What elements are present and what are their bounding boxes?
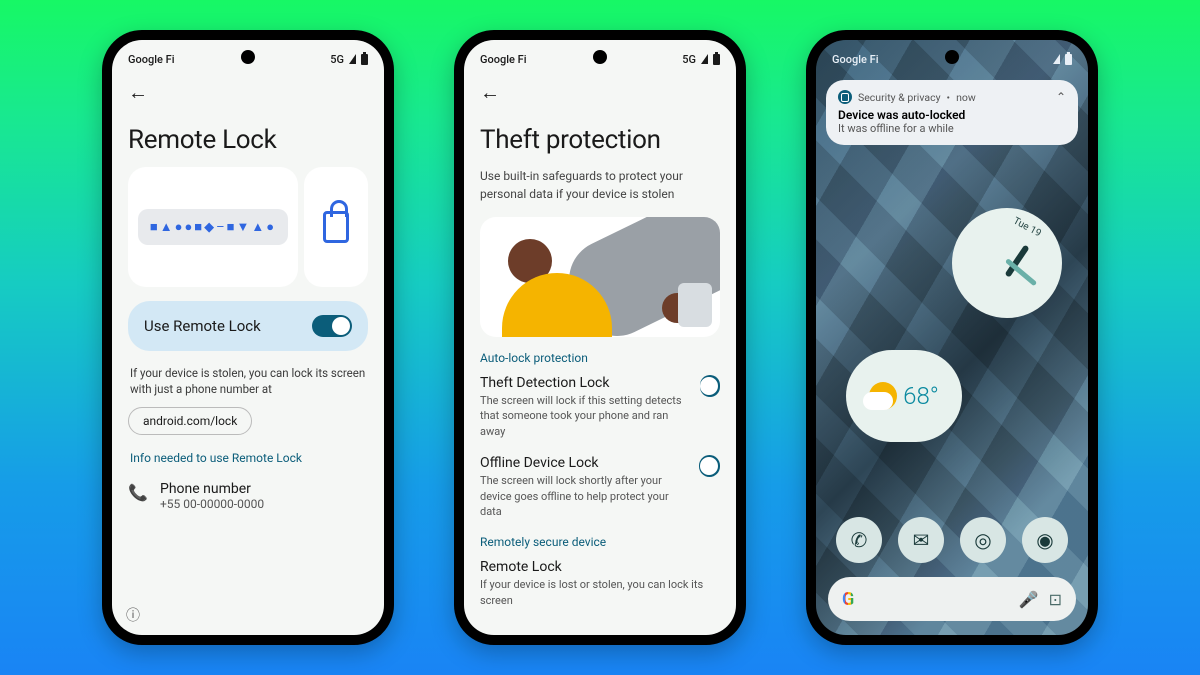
notification-title: Device was auto-locked	[838, 108, 1066, 122]
lock-card	[304, 167, 368, 287]
page-subtitle: Use built-in safeguards to protect your …	[480, 167, 720, 203]
page-title: Theft protection	[480, 125, 720, 155]
app-dock: ✆ ✉ ◎ ◉	[816, 517, 1088, 563]
row-subtitle: +55 00-00000-0000	[160, 497, 264, 511]
section-remote-secure: Remotely secure device	[480, 535, 720, 549]
lock-icon	[323, 211, 349, 243]
battery-icon	[713, 54, 720, 65]
toggle-label: Use Remote Lock	[144, 317, 261, 335]
status-bar: Google Fi	[816, 40, 1088, 74]
notification-app: Security & privacy	[858, 91, 941, 104]
chevron-up-icon[interactable]: ⌃	[1056, 90, 1066, 104]
passcode-glyphs: ■▲●●■◆–■▼▲●	[138, 209, 288, 245]
temperature-label: 68°	[903, 382, 939, 410]
description-text: If your device is stolen, you can lock i…	[130, 365, 366, 397]
page-title: Remote Lock	[128, 125, 368, 155]
phone-lockscreen: Google Fi Security & privacy • now ⌃ Dev…	[806, 30, 1098, 645]
option-subtitle: The screen will lock if this setting det…	[480, 393, 690, 439]
option-subtitle: The screen will lock shortly after your …	[480, 473, 689, 519]
search-bar[interactable]: G 🎤 ⊡	[828, 577, 1076, 621]
lens-icon[interactable]: ⊡	[1049, 590, 1062, 609]
back-button[interactable]: ←	[480, 74, 720, 111]
mic-icon[interactable]: 🎤	[1019, 590, 1039, 609]
option-subtitle: If your device is lost or stolen, you ca…	[480, 577, 720, 608]
carrier-label: Google Fi	[128, 53, 175, 66]
remote-lock-row[interactable]: Remote Lock If your device is lost or st…	[480, 559, 720, 608]
toggle-switch[interactable]	[699, 455, 720, 477]
section-auto-lock: Auto-lock protection	[480, 351, 720, 365]
phone-icon: 📞	[128, 483, 146, 502]
camera-app-icon[interactable]: ◉	[1022, 517, 1068, 563]
network-label: 5G	[682, 53, 696, 66]
signal-icon	[1053, 54, 1060, 64]
phone-remote-lock: Google Fi 5G ← Remote Lock ■▲●●■◆–■▼▲● U…	[102, 30, 394, 645]
theft-detection-lock-row[interactable]: Theft Detection Lock The screen will loc…	[480, 375, 720, 439]
shield-icon	[838, 90, 852, 104]
theft-illustration	[480, 217, 720, 337]
option-title: Offline Device Lock	[480, 455, 689, 471]
notification-time: now	[956, 91, 976, 104]
phone-app-icon[interactable]: ✆	[836, 517, 882, 563]
bullet: •	[947, 91, 951, 104]
messages-app-icon[interactable]: ✉	[898, 517, 944, 563]
info-link[interactable]: Info needed to use Remote Lock	[130, 451, 366, 465]
notification-card[interactable]: Security & privacy • now ⌃ Device was au…	[826, 80, 1078, 145]
url-pill[interactable]: android.com/lock	[128, 407, 252, 435]
phone-number-row[interactable]: 📞 Phone number +55 00-00000-0000	[128, 481, 368, 511]
status-bar: Google Fi 5G	[112, 40, 384, 74]
signal-icon	[349, 54, 356, 64]
battery-icon	[1065, 54, 1072, 65]
sun-icon	[869, 382, 897, 410]
notification-body: It was offline for a while	[838, 122, 1066, 135]
row-title: Phone number	[160, 481, 264, 497]
info-icon[interactable]: ⓘ	[126, 605, 140, 625]
battery-icon	[361, 54, 368, 65]
back-button[interactable]: ←	[128, 74, 368, 111]
toggle-switch[interactable]	[312, 315, 352, 337]
network-label: 5G	[330, 53, 344, 66]
chrome-app-icon[interactable]: ◎	[960, 517, 1006, 563]
option-title: Remote Lock	[480, 559, 720, 575]
weather-widget[interactable]: 68°	[846, 350, 962, 442]
carrier-label: Google Fi	[832, 53, 879, 66]
use-remote-lock-toggle-row[interactable]: Use Remote Lock	[128, 301, 368, 351]
offline-device-lock-row[interactable]: Offline Device Lock The screen will lock…	[480, 455, 720, 519]
phone-theft-protection: Google Fi 5G ← Theft protection Use buil…	[454, 30, 746, 645]
signal-icon	[701, 54, 708, 64]
google-logo-icon: G	[842, 589, 854, 610]
clock-day-label: Tue 19	[1011, 216, 1043, 240]
illustration-card: ■▲●●■◆–■▼▲●	[128, 167, 298, 287]
clock-widget[interactable]: Tue 19	[952, 208, 1062, 318]
toggle-switch[interactable]	[700, 375, 720, 397]
carrier-label: Google Fi	[480, 53, 527, 66]
status-bar: Google Fi 5G	[464, 40, 736, 74]
option-title: Theft Detection Lock	[480, 375, 690, 391]
